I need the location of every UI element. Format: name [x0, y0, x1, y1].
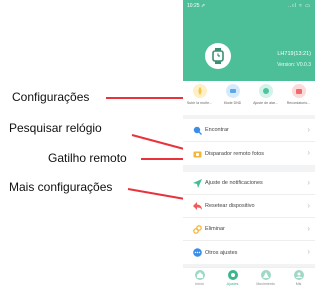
menu-group-secondary: Ajuste de notificaciones › Resetear disp… — [183, 172, 315, 264]
chevron-right-icon: › — [307, 125, 310, 134]
shortcut-dnd[interactable]: Mode DND — [217, 84, 249, 115]
menu-label: Disparador remoto fotos — [205, 150, 264, 157]
annotation-search-watch: Pesquisar relógio — [9, 121, 102, 135]
send-icon — [192, 178, 202, 188]
shortcut-bar: Subir la muñe... Mode DND Ajuste de alar… — [183, 81, 315, 115]
tab-label: Mis — [295, 282, 302, 286]
moon-icon — [225, 84, 240, 98]
shortcut-label: Subir la muñe... — [186, 101, 213, 105]
chevron-right-icon: › — [307, 178, 310, 187]
chevron-right-icon: › — [307, 224, 310, 233]
annotation-arrow-search — [131, 134, 187, 151]
tab-mine[interactable]: Mis — [284, 268, 314, 289]
reminder-icon — [291, 84, 306, 98]
status-time: 10:25 ⇗ — [187, 3, 206, 9]
tab-label: Movimiento — [256, 282, 275, 286]
chevron-right-icon: › — [307, 201, 310, 210]
menu-group-primary: Encontrar › Disparador remoto fotos › — [183, 119, 315, 165]
menu-delete[interactable]: Eliminar › — [183, 218, 315, 241]
menu-remote-camera[interactable]: Disparador remoto fotos › — [183, 142, 315, 165]
phone-screen: 10:25 ⇗ ..ıl ≈ ▭ LH719(13:21) Version: V… — [183, 0, 315, 289]
profile-icon — [293, 270, 304, 280]
search-icon — [192, 125, 202, 135]
shortcut-label: Ajuste de alar... — [253, 101, 278, 105]
link-icon — [192, 224, 202, 234]
menu-label: Encontrar — [205, 127, 229, 133]
wrist-icon — [192, 84, 207, 98]
alarm-icon — [258, 84, 273, 98]
reset-icon — [192, 201, 202, 211]
watch-icon[interactable] — [205, 43, 231, 69]
tab-label: Inicio — [195, 282, 204, 286]
device-header: 10:25 ⇗ ..ıl ≈ ▭ LH719(13:21) Version: V… — [183, 0, 315, 81]
menu-find-watch[interactable]: Encontrar › — [183, 119, 315, 142]
more-icon — [192, 248, 202, 258]
camera-icon — [192, 149, 202, 159]
chevron-right-icon: › — [307, 247, 310, 256]
tab-bar: Inicio Ajustes Movimiento Mis — [183, 267, 315, 289]
settings-icon — [227, 270, 238, 280]
shortcut-label: Mode DND — [223, 101, 242, 105]
device-version: Version: V0.0.3 — [277, 62, 311, 68]
tab-home[interactable]: Inicio — [185, 268, 215, 289]
menu-notifications[interactable]: Ajuste de notificaciones › — [183, 172, 315, 195]
annotation-arrow-more — [127, 188, 188, 201]
tab-label: Ajustes — [226, 282, 239, 286]
annotation-remote-shutter: Gatilho remoto — [48, 151, 127, 165]
tab-settings[interactable]: Ajustes — [218, 268, 248, 289]
shortcut-label: Recordatorio... — [286, 101, 311, 105]
annotation-more-settings: Mais configurações — [9, 180, 113, 194]
menu-label: Eliminar — [205, 226, 225, 232]
menu-label: Ajuste de notificaciones — [205, 180, 263, 186]
menu-reset-device[interactable]: Resetear dispositivo › — [183, 195, 315, 218]
menu-label: Resetear dispositivo — [205, 203, 255, 209]
shortcut-alarm[interactable]: Ajuste de alar... — [250, 84, 282, 115]
annotation-settings: Configurações — [12, 90, 90, 104]
status-icons: ..ıl ≈ ▭ — [287, 3, 311, 9]
menu-label: Otros ajustes — [205, 249, 238, 256]
chevron-right-icon: › — [307, 148, 310, 157]
tab-movement[interactable]: Movimiento — [251, 268, 281, 289]
device-name: LH719(13:21) — [277, 51, 311, 57]
home-icon — [194, 270, 205, 280]
shortcut-reminder[interactable]: Recordatorio... — [283, 84, 315, 115]
annotation-arrow-settings — [106, 97, 186, 99]
menu-other-settings[interactable]: Otros ajustes › — [183, 241, 315, 264]
shortcut-wrist-raise[interactable]: Subir la muñe... — [184, 84, 216, 115]
movement-icon — [260, 270, 271, 280]
